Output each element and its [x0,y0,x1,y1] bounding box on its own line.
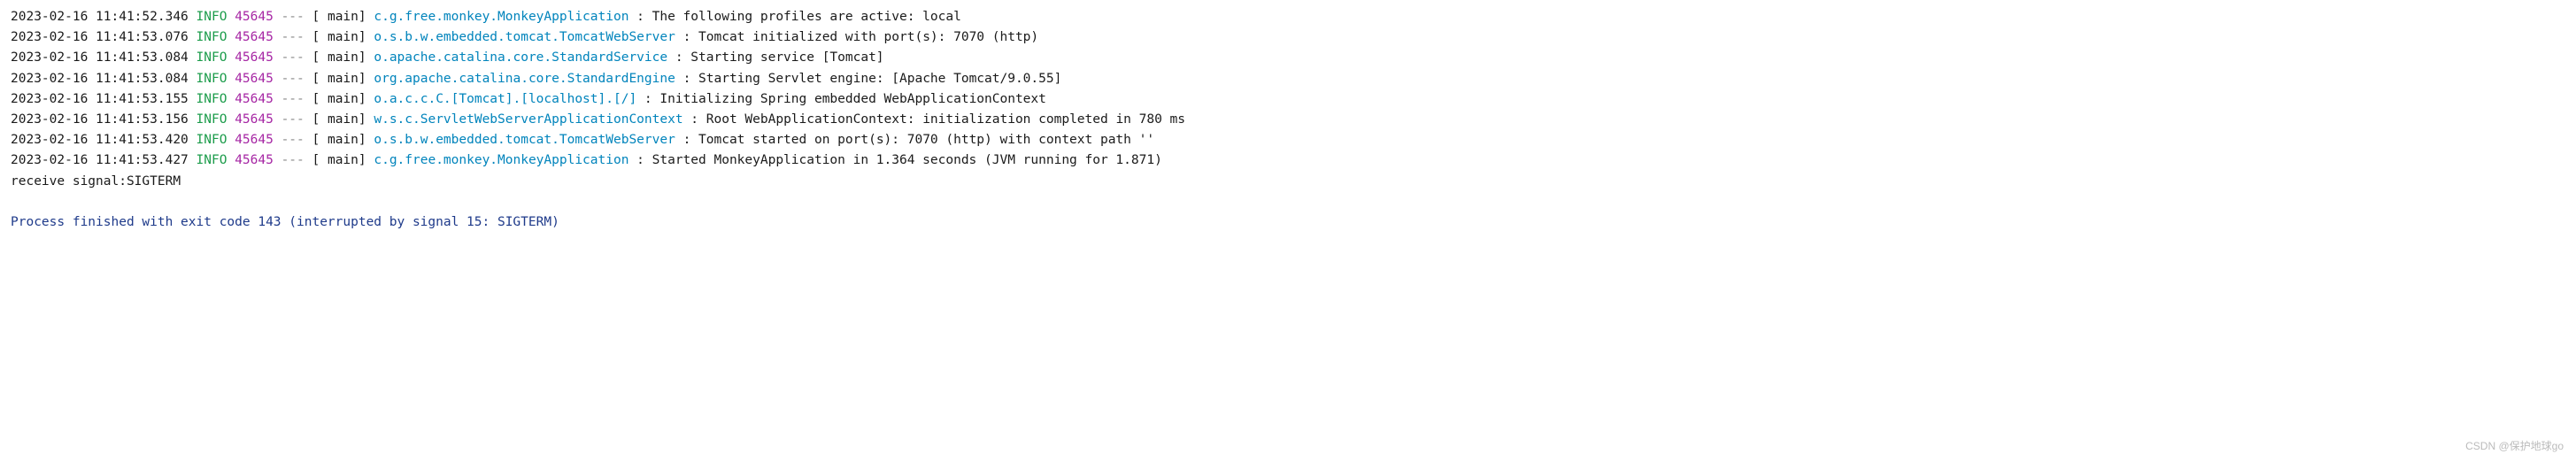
log-timestamp: 2023-02-16 11:41:52.346 [11,10,189,24]
log-message: Root WebApplicationContext: initializati… [706,112,1185,127]
log-logger: o.apache.catalina.core.StandardService [374,50,675,65]
log-logger: w.s.c.ServletWebServerApplicationContext [374,112,683,127]
log-timestamp: 2023-02-16 11:41:53.084 [11,72,189,86]
log-separator: --- [282,50,305,65]
log-pid: 45645 [235,153,274,167]
log-line: 2023-02-16 11:41:53.427 INFO 45645 --- [… [11,150,2565,171]
log-output: 2023-02-16 11:41:52.346 INFO 45645 --- [… [11,7,2565,233]
log-level: INFO [197,30,228,44]
log-separator: --- [282,10,305,24]
log-logger: o.s.b.w.embedded.tomcat.TomcatWebServer [374,133,683,147]
log-logger: o.a.c.c.C.[Tomcat].[localhost].[/] [374,92,644,106]
log-logger: c.g.free.monkey.MonkeyApplication [374,10,636,24]
log-level: INFO [197,72,228,86]
signal-line: receive signal:SIGTERM [11,172,2565,192]
log-thread: [ main] [312,50,366,65]
log-timestamp: 2023-02-16 11:41:53.427 [11,153,189,167]
log-separator: --- [282,133,305,147]
log-message: Started MonkeyApplication in 1.364 secon… [652,153,1162,167]
log-separator: --- [282,72,305,86]
log-level: INFO [197,50,228,65]
log-level: INFO [197,92,228,106]
log-thread: [ main] [312,72,366,86]
log-message: Tomcat started on port(s): 7070 (http) w… [698,133,1154,147]
log-separator: --- [282,153,305,167]
log-pid: 45645 [235,72,274,86]
log-message: The following profiles are active: local [652,10,961,24]
watermark-text: CSDN @保护地球go [2465,438,2564,455]
log-timestamp: 2023-02-16 11:41:53.420 [11,133,189,147]
log-line: 2023-02-16 11:41:52.346 INFO 45645 --- [… [11,7,2565,27]
log-message: Starting service [Tomcat] [690,50,883,65]
log-colon: : [636,10,644,24]
log-thread: [ main] [312,153,366,167]
log-line: 2023-02-16 11:41:53.084 INFO 45645 --- [… [11,69,2565,89]
log-colon: : [636,153,644,167]
log-pid: 45645 [235,30,274,44]
log-thread: [ main] [312,30,366,44]
log-colon: : [683,30,691,44]
log-message: Tomcat initialized with port(s): 7070 (h… [698,30,1038,44]
blank-line [11,192,2565,212]
log-pid: 45645 [235,10,274,24]
log-message: Initializing Spring embedded WebApplicat… [659,92,1046,106]
log-logger: c.g.free.monkey.MonkeyApplication [374,153,636,167]
log-timestamp: 2023-02-16 11:41:53.155 [11,92,189,106]
log-colon: : [644,92,652,106]
log-line: 2023-02-16 11:41:53.155 INFO 45645 --- [… [11,89,2565,110]
log-separator: --- [282,112,305,127]
log-colon: : [683,72,691,86]
log-logger: org.apache.catalina.core.StandardEngine [374,72,683,86]
log-pid: 45645 [235,133,274,147]
log-pid: 45645 [235,112,274,127]
log-separator: --- [282,92,305,106]
log-line: 2023-02-16 11:41:53.156 INFO 45645 --- [… [11,110,2565,130]
log-level: INFO [197,133,228,147]
log-timestamp: 2023-02-16 11:41:53.156 [11,112,189,127]
log-colon: : [690,112,698,127]
log-colon: : [683,133,691,147]
exit-code-line: Process finished with exit code 143 (int… [11,212,2565,233]
log-timestamp: 2023-02-16 11:41:53.076 [11,30,189,44]
log-message: Starting Servlet engine: [Apache Tomcat/… [698,72,1061,86]
log-separator: --- [282,30,305,44]
log-thread: [ main] [312,92,366,106]
log-timestamp: 2023-02-16 11:41:53.084 [11,50,189,65]
log-logger: o.s.b.w.embedded.tomcat.TomcatWebServer [374,30,683,44]
log-level: INFO [197,153,228,167]
log-pid: 45645 [235,50,274,65]
log-line: 2023-02-16 11:41:53.420 INFO 45645 --- [… [11,130,2565,150]
log-line: 2023-02-16 11:41:53.076 INFO 45645 --- [… [11,27,2565,48]
log-pid: 45645 [235,92,274,106]
log-colon: : [675,50,683,65]
log-thread: [ main] [312,10,366,24]
log-line: 2023-02-16 11:41:53.084 INFO 45645 --- [… [11,48,2565,68]
log-level: INFO [197,10,228,24]
log-thread: [ main] [312,133,366,147]
log-level: INFO [197,112,228,127]
log-thread: [ main] [312,112,366,127]
